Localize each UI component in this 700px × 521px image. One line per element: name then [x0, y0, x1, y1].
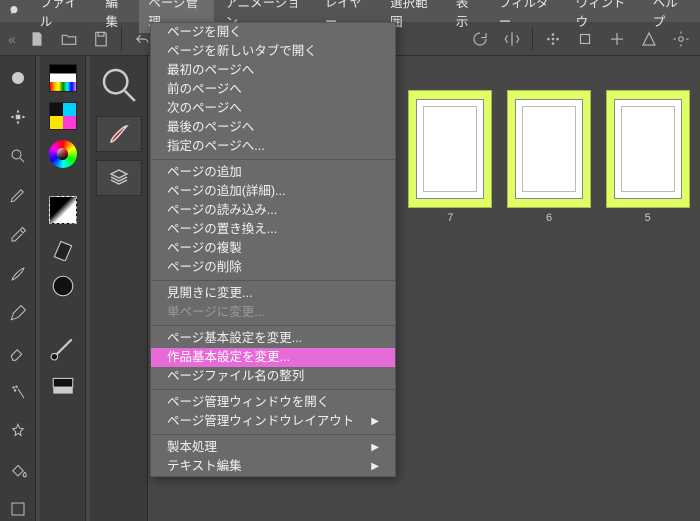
subtool-a-icon[interactable] [47, 332, 79, 364]
color-set-icon[interactable] [47, 62, 79, 94]
dd-text-edit[interactable]: テキスト編集▶ [151, 457, 395, 476]
menubar: ファイル 編集 ページ管理 アニメーション レイヤー 選択範囲 表示 フィルター… [0, 0, 700, 22]
page-thumb-frame [507, 90, 591, 208]
rotate-button[interactable] [465, 25, 495, 53]
dd-goto-page[interactable]: 指定のページへ... [151, 137, 395, 156]
quick-access-icon[interactable] [47, 194, 79, 226]
page-thumb[interactable]: 6 [507, 90, 592, 232]
color-mixing-icon[interactable] [47, 100, 79, 132]
separator [151, 280, 395, 281]
dd-next-page[interactable]: 次のページへ [151, 99, 395, 118]
page-thumb-label: 5 [645, 212, 651, 224]
dd-page-window-layout[interactable]: ページ管理ウィンドウレイアウト▶ [151, 412, 395, 431]
grid-icon[interactable] [538, 25, 568, 53]
chevrons-left-icon[interactable]: « [4, 31, 20, 47]
separator [151, 434, 395, 435]
dd-align-filenames[interactable]: ページファイル名の整列 [151, 367, 395, 386]
dd-prev-page[interactable]: 前のページへ [151, 80, 395, 99]
color-wheel-icon[interactable] [47, 138, 79, 170]
separator [151, 325, 395, 326]
submenu-arrow-icon: ▶ [371, 457, 379, 476]
page-thumb-label: 7 [447, 212, 453, 224]
dd-add-page[interactable]: ページの追加 [151, 163, 395, 182]
ruler-icon[interactable] [570, 25, 600, 53]
page-thumb-frame [408, 90, 492, 208]
page-thumb-label: 6 [546, 212, 552, 224]
dd-add-page-detail[interactable]: ページの追加(詳細)... [151, 182, 395, 201]
new-file-button[interactable] [22, 25, 52, 53]
move-tool[interactable] [5, 105, 31, 128]
color-palette-col [40, 56, 86, 521]
settings-icon[interactable] [666, 25, 696, 53]
subtool-b-icon[interactable] [47, 370, 79, 402]
pencil-tool[interactable] [5, 302, 31, 325]
dd-open-new-tab[interactable]: ページを新しいタブで開く [151, 42, 395, 61]
page-thumb[interactable]: 7 [408, 90, 493, 232]
gradient-tool[interactable] [5, 498, 31, 521]
fill-tool[interactable] [5, 459, 31, 482]
save-button[interactable] [86, 25, 116, 53]
eraser-tool[interactable] [5, 341, 31, 364]
dd-spread-change[interactable]: 見開きに変更... [151, 284, 395, 303]
dd-binding-process[interactable]: 製本処理▶ [151, 438, 395, 457]
dd-last-page[interactable]: 最後のページへ [151, 118, 395, 137]
dd-work-base-settings[interactable]: 作品基本設定を変更... [151, 348, 395, 367]
snap-icon[interactable] [602, 25, 632, 53]
separator [151, 159, 395, 160]
brush-size-icon[interactable] [47, 270, 79, 302]
submenu-arrow-icon: ▶ [371, 412, 379, 431]
magnifier-icon[interactable] [96, 62, 142, 108]
brush-tool[interactable] [5, 262, 31, 285]
flip-button[interactable] [497, 25, 527, 53]
submenu-arrow-icon: ▶ [371, 438, 379, 457]
separator [532, 27, 533, 51]
open-button[interactable] [54, 25, 84, 53]
page-manage-dropdown: ページを開く ページを新しいタブで開く 最初のページへ 前のページへ 次のページ… [150, 22, 396, 477]
zoom-tool[interactable] [5, 145, 31, 168]
app-logo-icon [8, 4, 21, 18]
subtool-detail-icon[interactable] [47, 232, 79, 264]
subtool-col [90, 56, 148, 521]
decoration-tool[interactable] [5, 419, 31, 442]
airbrush-tool[interactable] [5, 380, 31, 403]
dd-single-change: 単ページに変更... [151, 303, 395, 322]
tool-palette [0, 56, 36, 521]
operation-tool[interactable] [5, 66, 31, 89]
page-thumb-frame [606, 90, 690, 208]
dd-open-page[interactable]: ページを開く [151, 23, 395, 42]
dd-replace-page[interactable]: ページの置き換え... [151, 220, 395, 239]
page-thumbnails: 7 6 5 [400, 86, 698, 236]
separator [121, 27, 122, 51]
separator [151, 389, 395, 390]
dd-first-page[interactable]: 最初のページへ [151, 61, 395, 80]
perspective-icon[interactable] [634, 25, 664, 53]
eyedropper-tool[interactable] [5, 223, 31, 246]
pen-tool[interactable] [5, 184, 31, 207]
layer-stack-icon[interactable] [96, 160, 142, 196]
dd-import-page[interactable]: ページの読み込み... [151, 201, 395, 220]
page-thumb[interactable]: 5 [605, 90, 690, 232]
brush-preset-icon[interactable] [96, 116, 142, 152]
dd-page-base-settings[interactable]: ページ基本設定を変更... [151, 329, 395, 348]
dd-duplicate-page[interactable]: ページの複製 [151, 239, 395, 258]
dd-open-page-window[interactable]: ページ管理ウィンドウを開く [151, 393, 395, 412]
dd-delete-page[interactable]: ページの削除 [151, 258, 395, 277]
